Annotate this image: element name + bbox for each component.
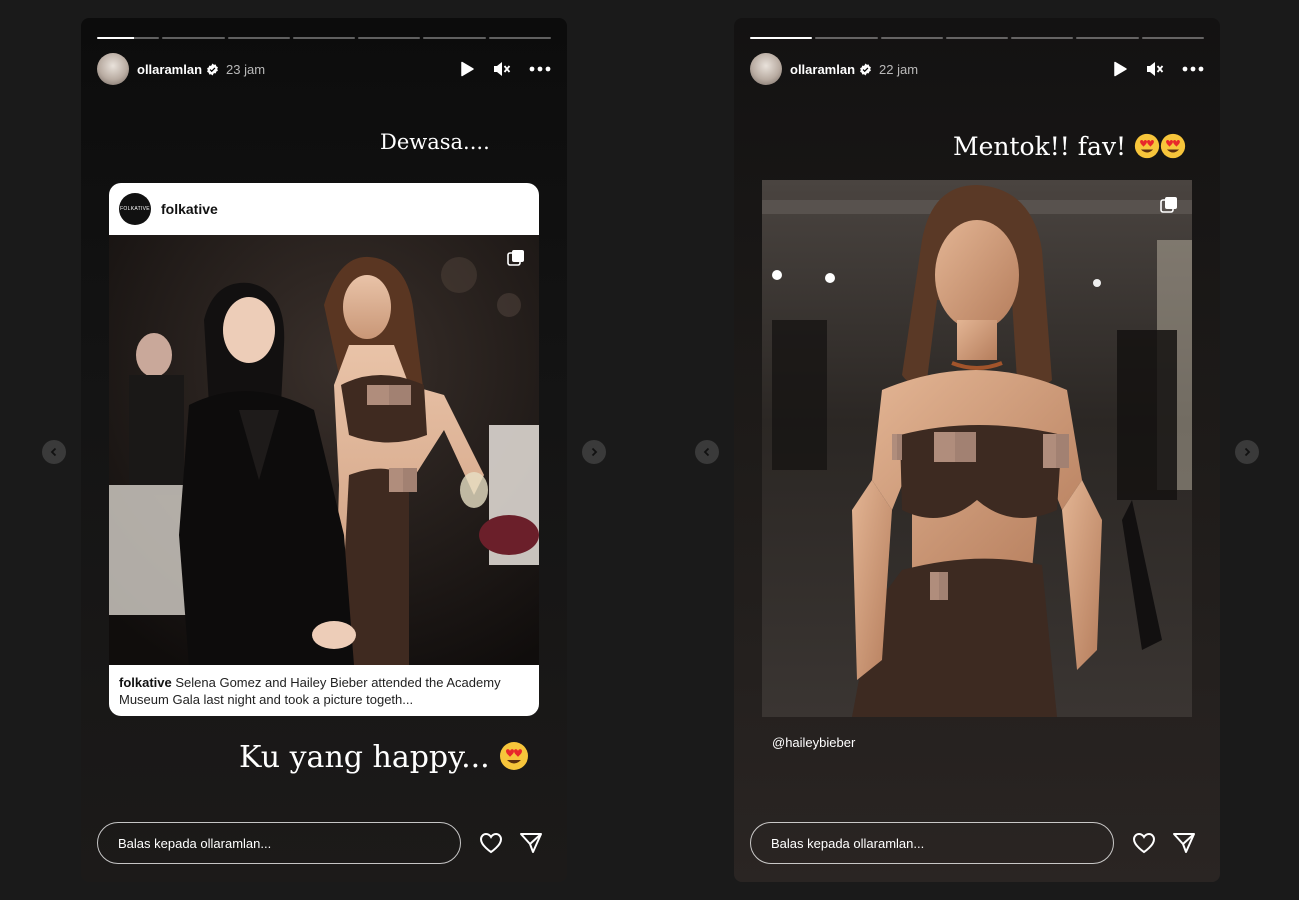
progress-segment [880,37,943,39]
story-text-bottom-label: Ku yang happy... [239,740,490,775]
progress-segment [1011,37,1074,39]
chevron-right-icon [591,447,598,457]
censor-mosaic [892,434,902,460]
chevron-right-icon [1244,447,1251,457]
progress-segment [358,37,421,39]
reply-input[interactable] [750,822,1114,864]
avatar[interactable] [97,53,129,85]
shared-post-card[interactable]: FOLKATIVE folkative folkative Selena Gom… [109,183,539,716]
story-text-bottom: Ku yang happy... [239,740,529,775]
event-photo-illustration [109,235,539,665]
progress-segment [1076,37,1139,39]
mute-icon[interactable] [1146,61,1164,77]
story-header: ollaramlan 23 jam [97,52,551,86]
story1-next-button[interactable] [582,440,606,464]
verified-badge-icon [207,63,218,75]
story-username[interactable]: ollaramlan [790,62,855,77]
portrait-photo-illustration [762,180,1192,717]
progress-segment [1141,37,1204,39]
censor-mosaic [934,432,976,462]
progress-segment-active [97,37,160,39]
play-icon[interactable] [1112,61,1128,77]
story-text-top: Dewasa.... [380,130,490,154]
heart-eyes-emoji [500,742,529,770]
heart-eyes-emoji [1134,133,1160,159]
reply-bar [97,821,551,865]
mention-tag[interactable]: @haileybieber [772,735,855,750]
story-panel-1[interactable]: ollaramlan 23 jam Dewasa.... FOLKATIVE f… [81,18,567,882]
story-timestamp: 23 jam [226,61,266,77]
story-text-top: Mentok!! fav! [953,132,1186,161]
story-text-top-label: Mentok!! fav! [953,132,1127,161]
send-icon[interactable] [1172,832,1196,854]
story-timestamp: 22 jam [879,61,919,77]
verified-badge-icon [860,63,871,75]
progress-segment [292,37,356,39]
story2-next-button[interactable] [1235,440,1259,464]
story-photo[interactable] [762,180,1192,717]
progress-segment [162,37,225,39]
progress-segment [488,37,551,39]
reply-input[interactable] [97,822,461,864]
story-username[interactable]: ollaramlan [137,62,202,77]
progress-segment [815,37,878,39]
story-header: ollaramlan 22 jam [750,52,1204,86]
avatar[interactable] [750,53,782,85]
chevron-left-icon [703,447,710,457]
story2-prev-button[interactable] [695,440,719,464]
progress-segment [945,37,1009,39]
story1-prev-button[interactable] [42,440,66,464]
chevron-left-icon [50,447,57,457]
censor-mosaic [389,468,417,492]
reply-bar [750,821,1204,865]
progress-segment [227,37,290,39]
story-panel-2[interactable]: ollaramlan 22 jam Mentok!! fav! @haileyb… [734,18,1220,882]
story-progress-bar [750,37,1204,39]
censor-mosaic [1043,434,1069,468]
censor-mosaic [930,572,948,600]
story-progress-bar [97,37,551,39]
more-options-icon[interactable] [529,66,551,72]
post-account-name[interactable]: folkative [161,201,218,217]
heart-eyes-emoji [1160,133,1186,159]
shared-post-caption: folkative Selena Gomez and Hailey Bieber… [109,665,539,716]
play-icon[interactable] [459,61,475,77]
multiple-photos-icon [1160,197,1177,213]
progress-segment [423,37,486,39]
heart-icon[interactable] [479,832,503,854]
send-icon[interactable] [519,832,543,854]
shared-post-header[interactable]: FOLKATIVE folkative [109,183,539,235]
caption-username: folkative [119,675,172,690]
shared-post-photo[interactable] [109,235,539,665]
more-options-icon[interactable] [1182,66,1204,72]
progress-segment-active [750,37,813,39]
multiple-photos-icon [507,250,524,266]
heart-icon[interactable] [1132,832,1156,854]
mute-icon[interactable] [493,61,511,77]
censor-mosaic [367,385,411,405]
caption-text: Selena Gomez and Hailey Bieber attended … [119,675,501,707]
post-account-avatar[interactable]: FOLKATIVE [119,193,151,225]
